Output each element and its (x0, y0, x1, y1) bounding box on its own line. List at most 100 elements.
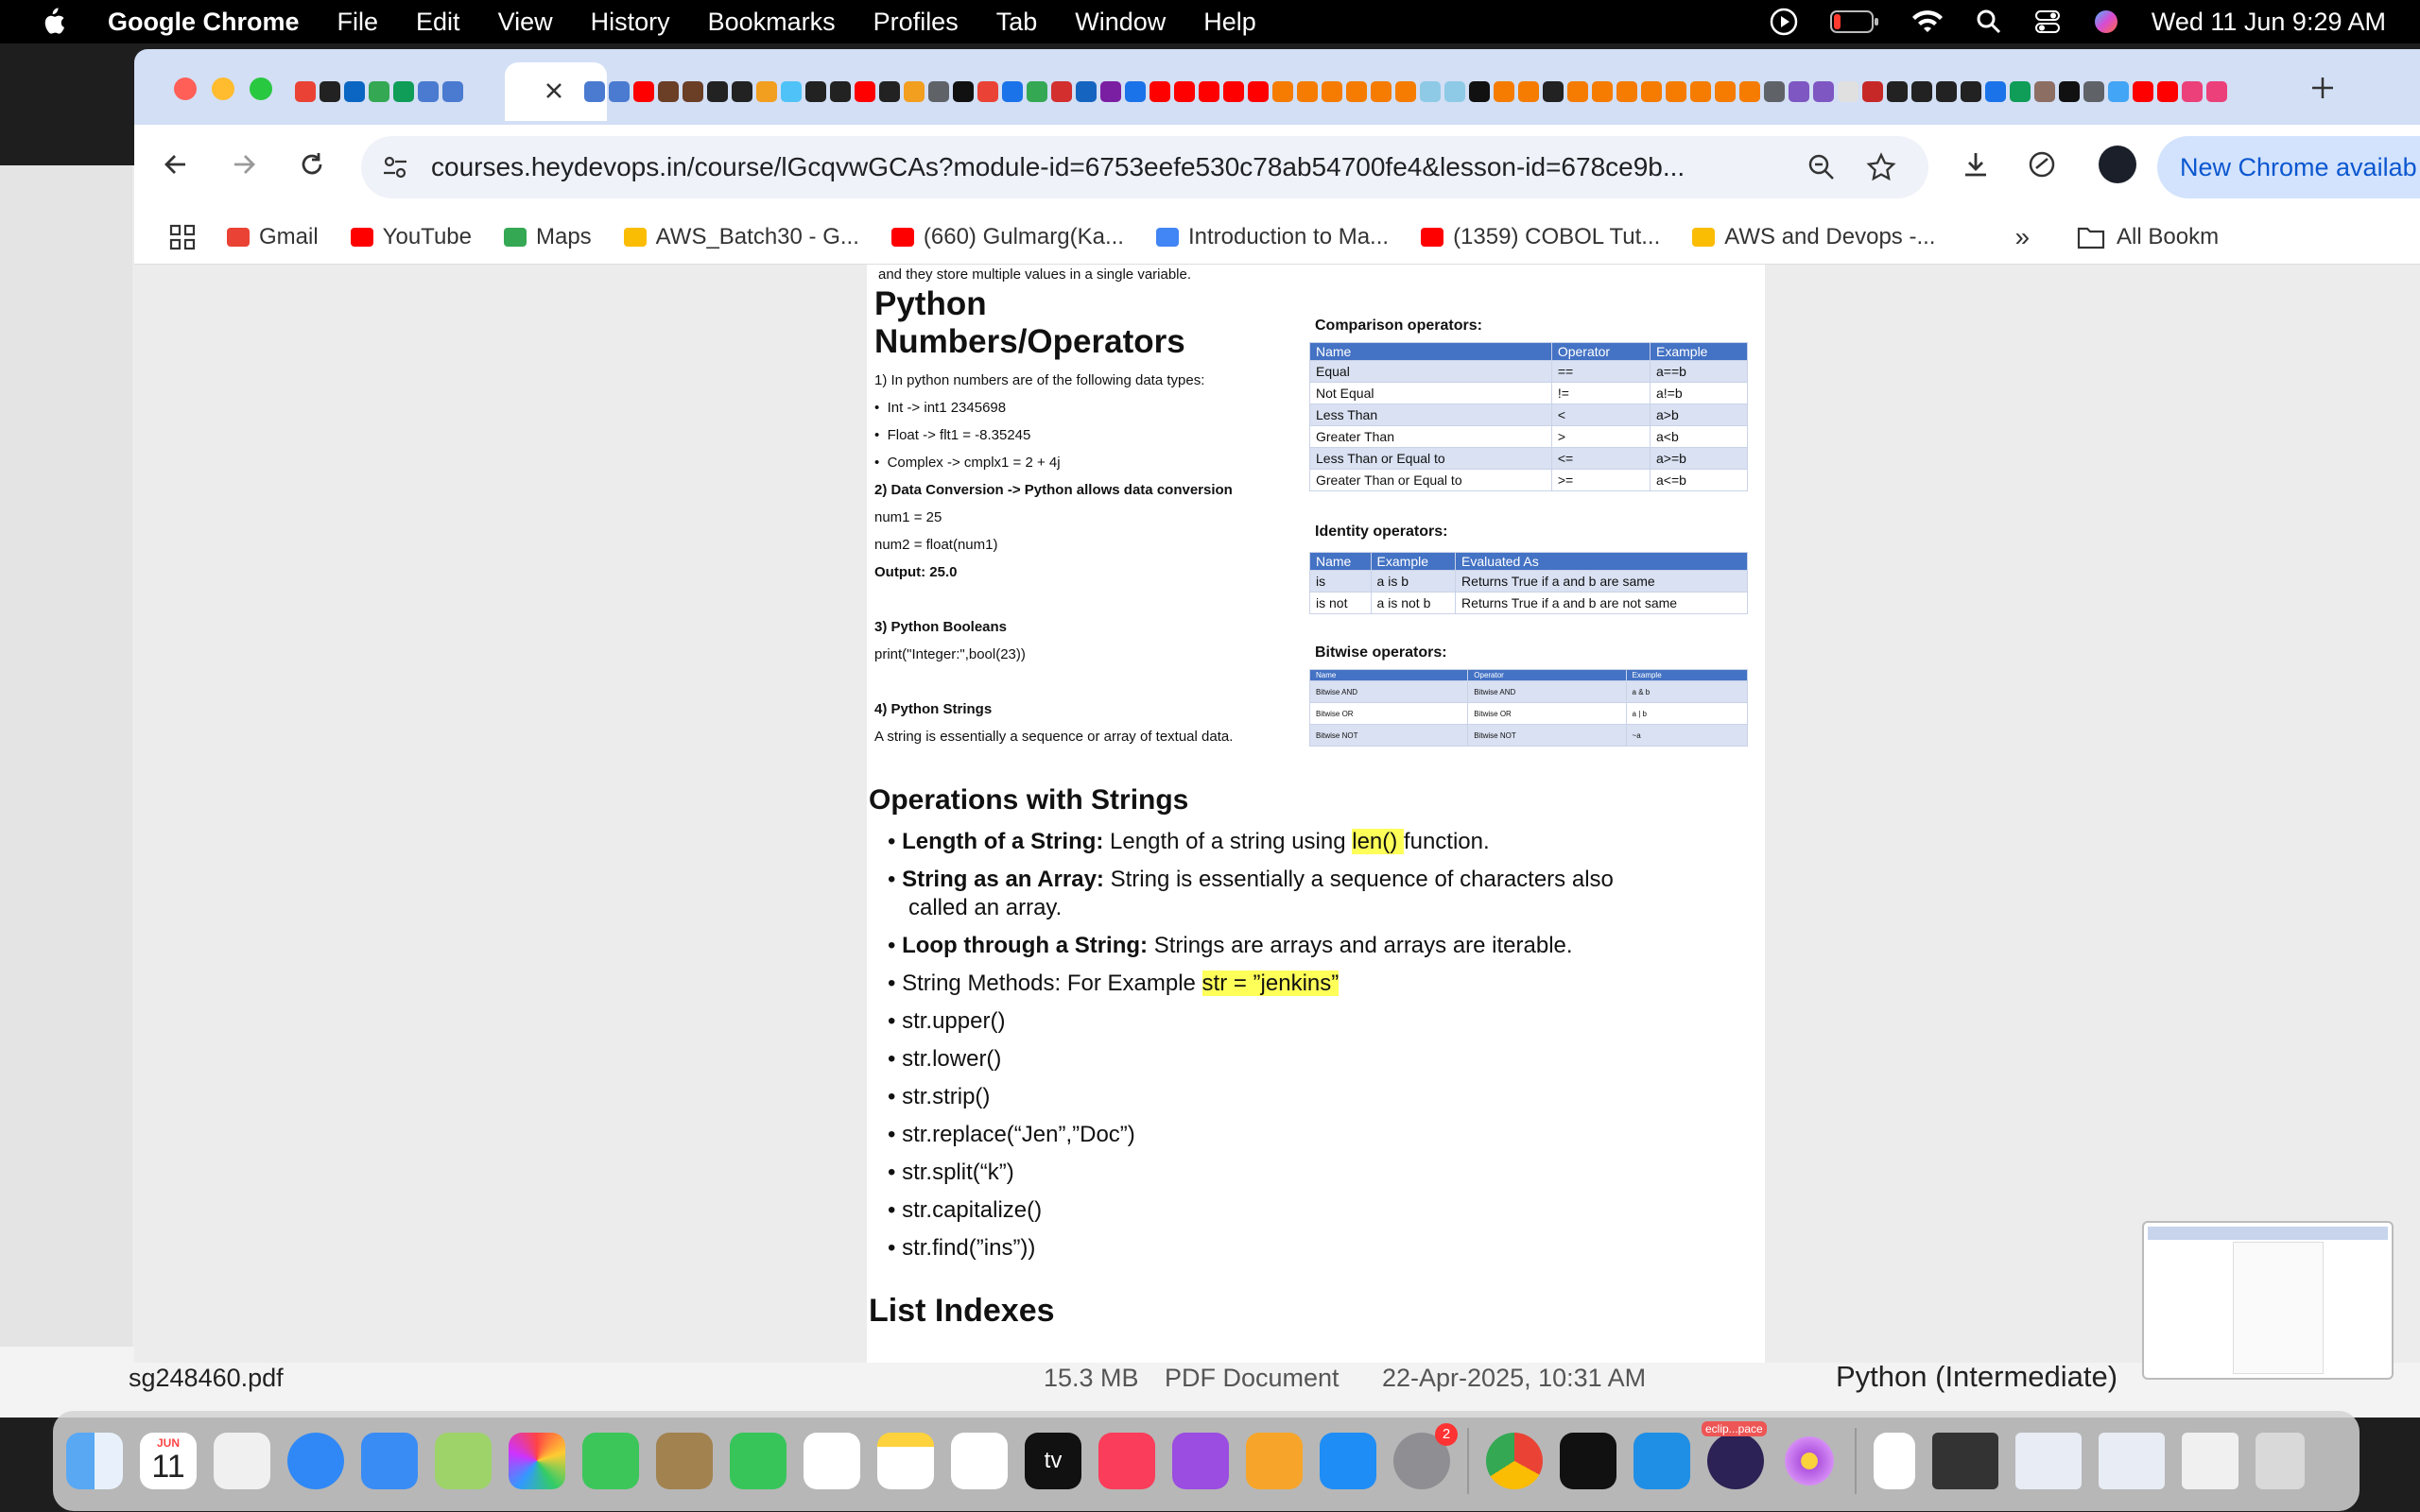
finder-icon[interactable] (66, 1433, 123, 1489)
tab-favicon[interactable] (1420, 81, 1441, 102)
maps-icon[interactable] (435, 1433, 492, 1489)
tab-favicon[interactable] (2034, 81, 2055, 102)
tab-favicon[interactable] (707, 81, 728, 102)
freeform-icon[interactable] (951, 1433, 1008, 1489)
menubar-clock[interactable]: Wed 11 Jun 9:29 AM (2152, 8, 2386, 37)
tab-favicon[interactable] (1297, 81, 1318, 102)
control-center-icon[interactable] (2034, 9, 2061, 35)
app-store-icon[interactable] (1320, 1433, 1376, 1489)
system-settings-icon[interactable]: 2 (1393, 1423, 1458, 1489)
mail-icon[interactable] (361, 1433, 418, 1489)
tab-favicon[interactable] (2206, 81, 2227, 102)
safari-icon[interactable] (287, 1433, 344, 1489)
tab-favicon[interactable] (320, 81, 340, 102)
tab-favicon[interactable] (2182, 81, 2203, 102)
terminal-icon[interactable] (1560, 1433, 1616, 1489)
music-icon[interactable] (1098, 1433, 1155, 1489)
reload-icon[interactable] (297, 149, 327, 180)
tab-favicon[interactable] (977, 81, 998, 102)
apple-tv-icon[interactable]: tv (1025, 1433, 1081, 1489)
zoom-window-button[interactable] (250, 77, 272, 100)
tab-favicon[interactable] (1494, 81, 1514, 102)
photos-icon[interactable] (509, 1433, 565, 1489)
tab-favicon[interactable] (418, 81, 439, 102)
chrome-update-button[interactable]: New Chrome availab (2157, 136, 2420, 198)
tab-favicon[interactable] (1838, 81, 1858, 102)
tab-favicon[interactable] (1961, 81, 1981, 102)
tab-favicon[interactable] (584, 81, 605, 102)
tab-favicon[interactable] (1739, 81, 1760, 102)
pages-icon[interactable] (1246, 1433, 1303, 1489)
tab-favicon[interactable] (1911, 81, 1932, 102)
tab-favicon[interactable] (2083, 81, 2104, 102)
flower-app-icon[interactable] (1781, 1433, 1838, 1489)
recent-window-thumbnail[interactable] (2099, 1433, 2165, 1489)
menu-profiles[interactable]: Profiles (873, 8, 959, 37)
wifi-icon[interactable] (1911, 9, 1944, 34)
tab-favicon[interactable] (609, 81, 630, 102)
tab-favicon[interactable] (1764, 81, 1785, 102)
numbers-icon[interactable] (730, 1433, 786, 1489)
apps-grid-icon[interactable] (168, 223, 197, 251)
bookmark-aws-devops[interactable]: AWS and Devops -... (1692, 224, 1935, 250)
bookmark-introduction[interactable]: Introduction to Ma... (1155, 224, 1389, 250)
tab-favicon[interactable] (1592, 81, 1613, 102)
tab-favicon[interactable] (1690, 81, 1711, 102)
tab-favicon[interactable] (442, 81, 463, 102)
tab-favicon[interactable] (879, 81, 900, 102)
tab-favicon[interactable] (369, 81, 389, 102)
recent-window-thumbnail[interactable] (2182, 1433, 2238, 1489)
tab-favicon[interactable] (1125, 81, 1146, 102)
minimize-window-button[interactable] (212, 77, 234, 100)
zoom-icon[interactable] (1807, 153, 1836, 181)
chrome-icon[interactable] (1486, 1433, 1543, 1489)
back-icon[interactable] (161, 149, 191, 180)
tab-favicon[interactable] (1813, 81, 1834, 102)
tab-favicon[interactable] (1371, 81, 1392, 102)
tab-favicon[interactable] (2059, 81, 2080, 102)
tab-favicon[interactable] (1272, 81, 1293, 102)
tab-favicon[interactable] (393, 81, 414, 102)
tab-favicon[interactable] (1887, 81, 1908, 102)
menu-bookmarks[interactable]: Bookmarks (708, 8, 836, 37)
menu-help[interactable]: Help (1203, 8, 1256, 37)
tab-favicon[interactable] (1199, 81, 1219, 102)
new-tab-icon[interactable] (2308, 74, 2337, 102)
tab-favicon[interactable] (732, 81, 752, 102)
close-window-button[interactable] (174, 77, 197, 100)
tab-favicon[interactable] (295, 81, 316, 102)
tab-favicon[interactable] (1469, 81, 1490, 102)
tab-favicon[interactable] (1666, 81, 1686, 102)
extension-icon[interactable] (2027, 149, 2057, 180)
url-text[interactable]: courses.heydevops.in/course/lGcqvwGCAs?m… (431, 152, 1685, 182)
tab-favicon[interactable] (1543, 81, 1564, 102)
tab-favicon[interactable] (1395, 81, 1416, 102)
forward-icon[interactable] (229, 149, 259, 180)
tab-favicon[interactable] (658, 81, 679, 102)
more-bookmarks-chevron-icon[interactable]: » (2014, 222, 2030, 252)
tab-favicon[interactable] (904, 81, 925, 102)
tab-favicon[interactable] (855, 81, 875, 102)
menu-edit[interactable]: Edit (416, 8, 460, 37)
tab-favicon[interactable] (756, 81, 777, 102)
recent-window-thumbnail[interactable] (2015, 1433, 2082, 1489)
tab-favicon[interactable] (830, 81, 851, 102)
tab-favicon[interactable] (1567, 81, 1588, 102)
tab-favicon[interactable] (683, 81, 703, 102)
tab-favicon[interactable] (1346, 81, 1367, 102)
play-icon[interactable] (1770, 8, 1798, 36)
reminders-icon[interactable] (804, 1433, 860, 1489)
recent-window-thumbnail[interactable] (1932, 1433, 1998, 1489)
trash-icon[interactable] (2256, 1433, 2305, 1489)
calendar-icon[interactable]: JUN 11 (140, 1433, 197, 1489)
url-bar[interactable]: courses.heydevops.in/course/lGcqvwGCAs?m… (361, 136, 1928, 198)
tab-favicon[interactable] (633, 81, 654, 102)
bookmark-star-icon[interactable] (1866, 152, 1896, 182)
bookmark-cobol[interactable]: (1359) COBOL Tut... (1421, 224, 1660, 250)
eclipse-icon[interactable]: eclip...pace (1702, 1421, 1767, 1489)
podcasts-icon[interactable] (1172, 1433, 1229, 1489)
tab-favicon[interactable] (2010, 81, 2031, 102)
profile-avatar[interactable] (2099, 146, 2136, 183)
tab-favicon[interactable] (1076, 81, 1097, 102)
tab-favicon[interactable] (1444, 81, 1465, 102)
